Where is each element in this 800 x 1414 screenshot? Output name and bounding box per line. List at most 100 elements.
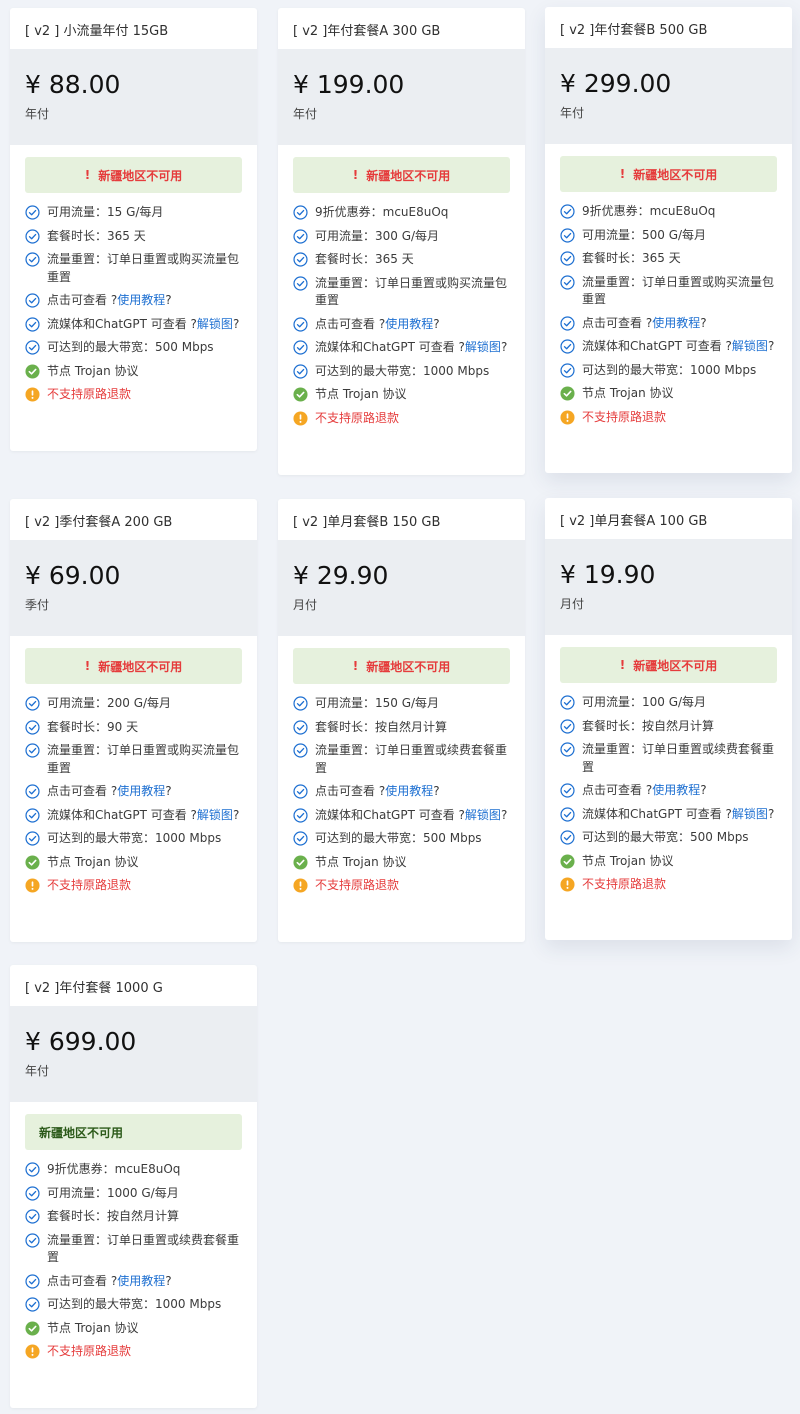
feature-list: 可用流量：15 G/每月 套餐时长：365 天流量重置：订单日重置或购买流量包重置…	[25, 204, 242, 404]
tutorial-link[interactable]: 使用教程	[117, 293, 165, 307]
feature-item: 9折优惠券：mcuE8uOq	[25, 1161, 242, 1179]
check-circle-icon	[560, 339, 575, 354]
plan-body: ! 新疆地区不可用 可用流量：150 G/每月 套餐时长：按自然月计算 流量重置：订单…	[278, 636, 525, 915]
unlock-image-link[interactable]: 解锁图	[197, 317, 233, 331]
warning-icon	[25, 387, 40, 402]
unlock-image-link[interactable]: 解锁图	[732, 807, 768, 821]
warning-icon	[25, 878, 40, 893]
feature-item: 流量重置：订单日重置或购买流量包重置	[25, 742, 242, 777]
tutorial-link[interactable]: 使用教程	[652, 783, 700, 797]
feature-text: 节点 Trojan 协议	[582, 853, 674, 868]
price-block: ¥ 69.00 季付	[10, 540, 257, 636]
feature-list: 可用流量：100 G/每月 套餐时长：按自然月计算 流量重置：订单日重置或续费套餐重…	[560, 694, 777, 894]
unlock-image-link[interactable]: 解锁图	[465, 808, 501, 822]
exclamation-icon: !	[84, 659, 91, 673]
feature-item: 节点 Trojan 协议	[25, 1320, 242, 1338]
check-circle-icon	[25, 228, 40, 244]
feature-item: 可用流量：100 G/每月	[560, 694, 777, 712]
feature-item: 流媒体和ChatGPT 可查看 ?解锁图?	[560, 806, 777, 824]
feature-text: 可用流量：1000 G/每月	[47, 1185, 179, 1200]
plan-body: ! 新疆地区不可用 9折优惠券：mcuE8uOq 可用流量：300 G/每月 套餐时长…	[278, 145, 525, 447]
check-circle-icon	[560, 251, 575, 266]
feature-text: 流媒体和ChatGPT 可查看 ?	[315, 807, 465, 822]
feature-text: 套餐时长：365 天	[47, 228, 146, 243]
plan-card[interactable]: [ v2 ]单月套餐A 100 GB ¥ 19.90 月付 ! 新疆地区不可用 可…	[545, 498, 792, 940]
check-circle-icon	[293, 205, 308, 220]
alert-text: 新疆地区不可用	[366, 659, 451, 674]
feature-text: 套餐时长：365 天	[582, 251, 681, 265]
plan-card[interactable]: [ v2 ]年付套餐A 300 GB ¥ 199.00 年付 ! 新疆地区不可用 …	[278, 8, 525, 475]
region-alert: ! 新疆地区不可用	[25, 157, 242, 193]
feature-text: 流媒体和ChatGPT 可查看 ?	[582, 806, 732, 821]
tutorial-link[interactable]: 使用教程	[652, 316, 700, 330]
plan-card[interactable]: [ v2 ]年付套餐B 500 GB ¥ 299.00 年付 ! 新疆地区不可用 …	[545, 7, 792, 473]
unlock-image-link[interactable]: 解锁图	[197, 808, 233, 822]
region-alert: 新疆地区不可用	[25, 1114, 242, 1150]
feature-item: 流媒体和ChatGPT 可查看 ?解锁图?	[25, 316, 242, 334]
feature-text: 不支持原路退款	[582, 409, 667, 424]
feature-item: 可用流量：1000 G/每月	[25, 1185, 242, 1203]
check-filled-icon	[293, 387, 308, 402]
feature-item: 流量重置：订单日重置或续费套餐重置	[25, 1232, 242, 1267]
check-filled-icon	[560, 853, 575, 869]
check-circle-icon	[25, 1162, 40, 1177]
feature-item: 节点 Trojan 协议	[560, 385, 777, 403]
feature-item: 可用流量：500 G/每月	[560, 227, 777, 245]
feature-text: 可用流量：200 G/每月	[47, 696, 172, 710]
check-circle-icon	[293, 696, 308, 711]
feature-item: 可达到的最大带宽：1000 Mbps	[25, 1296, 242, 1314]
plan-period: 季付	[25, 597, 50, 612]
price-block: ¥ 29.90 月付	[278, 540, 525, 636]
check-circle-icon	[293, 719, 308, 735]
plan-body: ! 新疆地区不可用 可用流量：200 G/每月 套餐时长：90 天流量重置：订单日重…	[10, 636, 257, 915]
tutorial-link[interactable]: 使用教程	[117, 784, 165, 798]
plan-title: [ v2 ]年付套餐A 300 GB	[293, 24, 441, 39]
feature-item: 点击可查看 ?使用教程?	[25, 1273, 242, 1291]
feature-suffix: ?	[165, 1273, 172, 1288]
tutorial-link[interactable]: 使用教程	[385, 784, 433, 798]
tutorial-link[interactable]: 使用教程	[385, 317, 433, 331]
feature-item: 套餐时长：按自然月计算	[293, 719, 510, 737]
plan-card[interactable]: [ v2 ] 小流量年付 15GB ¥ 88.00 年付 ! 新疆地区不可用 可用…	[10, 8, 257, 451]
feature-text: 点击可查看 ?	[47, 293, 118, 307]
feature-item: 点击可查看 ?使用教程?	[293, 783, 510, 801]
check-circle-icon	[25, 252, 40, 267]
feature-text: 可达到的最大带宽：1000 Mbps	[315, 363, 490, 378]
feature-text: 节点 Trojan 协议	[582, 386, 674, 400]
check-circle-icon	[560, 274, 575, 290]
feature-text: 可达到的最大带宽：1000 Mbps	[582, 362, 757, 377]
price-block: ¥ 19.90 月付	[545, 539, 792, 635]
plan-period: 月付	[560, 596, 585, 611]
exclamation-icon: !	[352, 168, 359, 182]
feature-item: 点击可查看 ?使用教程?	[25, 292, 242, 310]
tutorial-link[interactable]: 使用教程	[117, 1274, 165, 1288]
check-circle-icon	[25, 807, 40, 823]
alert-text: 新疆地区不可用	[39, 1125, 124, 1140]
unlock-image-link[interactable]: 解锁图	[732, 339, 768, 353]
unlock-image-link[interactable]: 解锁图	[465, 340, 501, 354]
check-circle-icon	[25, 696, 40, 711]
feature-text: 流量重置：订单日重置或购买流量包重置	[47, 252, 240, 284]
feature-item: 不支持原路退款	[293, 877, 510, 895]
check-circle-icon	[560, 830, 575, 845]
feature-item: 可达到的最大带宽：500 Mbps	[560, 829, 777, 847]
feature-item: 9折优惠券：mcuE8uOq	[293, 204, 510, 222]
region-alert: ! 新疆地区不可用	[560, 647, 777, 683]
check-circle-icon	[560, 742, 575, 757]
feature-text: 不支持原路退款	[582, 877, 667, 891]
alert-text: 新疆地区不可用	[98, 659, 183, 674]
plan-card[interactable]: [ v2 ]单月套餐B 150 GB ¥ 29.90 月付 ! 新疆地区不可用 可…	[278, 499, 525, 942]
alert-text: 新疆地区不可用	[633, 167, 718, 182]
feature-text: 可用流量：15 G/每月	[47, 205, 164, 219]
check-circle-icon	[293, 807, 308, 823]
region-alert: ! 新疆地区不可用	[293, 157, 510, 193]
feature-item: 可达到的最大带宽：1000 Mbps	[293, 363, 510, 381]
plan-card[interactable]: [ v2 ]年付套餐 1000 G ¥ 699.00 年付 新疆地区不可用 9折…	[10, 965, 257, 1408]
plan-card[interactable]: [ v2 ]季付套餐A 200 GB ¥ 69.00 季付 ! 新疆地区不可用 可…	[10, 499, 257, 942]
feature-item: 不支持原路退款	[25, 386, 242, 404]
check-circle-icon	[293, 316, 308, 332]
feature-text: 不支持原路退款	[47, 387, 132, 401]
feature-item: 流媒体和ChatGPT 可查看 ?解锁图?	[293, 339, 510, 357]
check-circle-icon	[293, 275, 308, 291]
plan-period: 年付	[560, 105, 585, 120]
